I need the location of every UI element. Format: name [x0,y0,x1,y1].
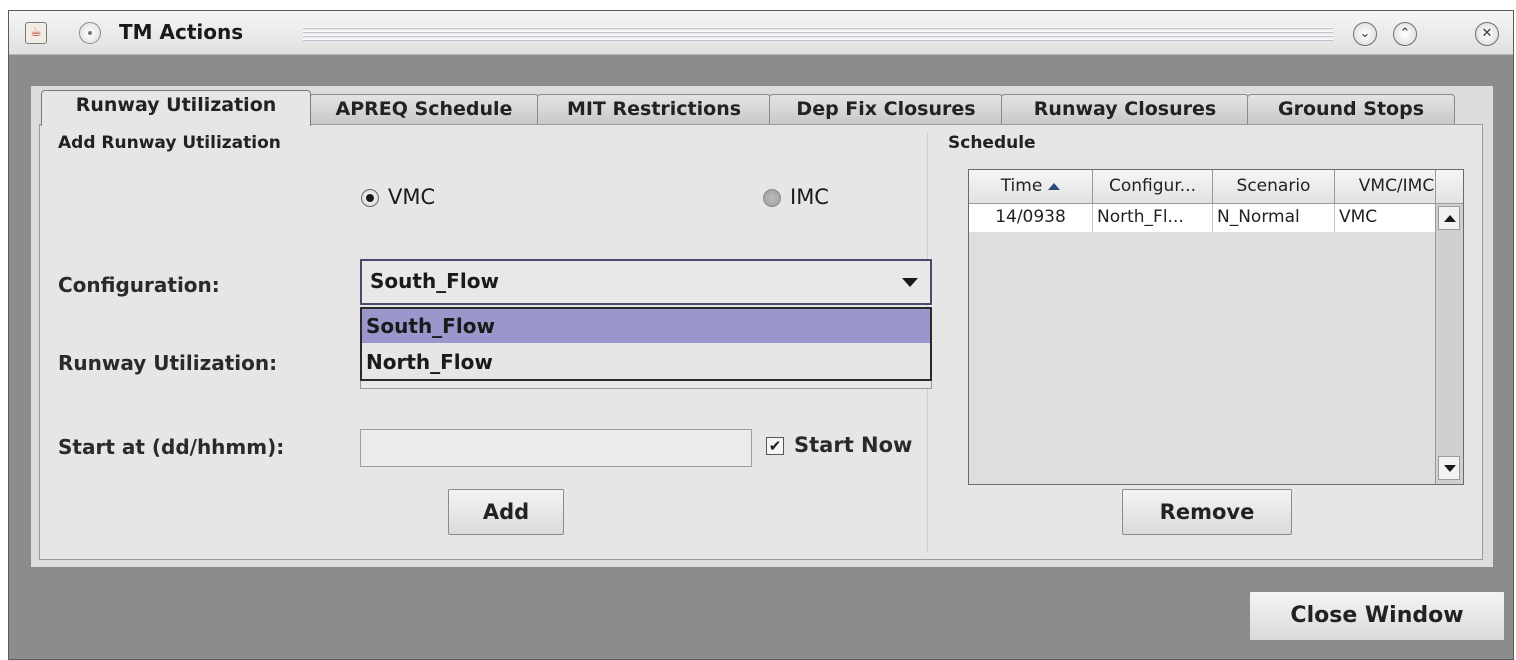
add-section-title: Add Runway Utilization [58,133,281,153]
dropdown-option-south-flow[interactable]: South_Flow [362,309,930,343]
add-runway-utilization-section: Add Runway Utilization VMC IMC Configura… [48,133,932,553]
scroll-down-icon[interactable] [1438,456,1460,480]
java-cup-icon[interactable]: ☕ [25,22,47,44]
scroll-up-icon[interactable] [1438,206,1460,230]
configuration-label: Configuration: [58,273,220,297]
window-menu-icon[interactable] [79,22,101,44]
table-cell-scenario[interactable]: N_Normal [1213,204,1335,232]
tab-apreq-schedule[interactable]: APREQ Schedule [309,94,539,124]
column-header-time-label: Time [1000,176,1043,196]
tab-mit-restrictions[interactable]: MIT Restrictions [537,94,771,124]
table-row[interactable]: 14/0938 North_Fl... N_Normal VMC [969,204,1459,232]
table-cell-time[interactable]: 14/0938 [969,204,1093,232]
minimize-icon[interactable]: ⌄ [1353,22,1377,46]
configuration-value: South_Flow [370,269,499,293]
vmc-label[interactable]: VMC [388,185,435,209]
vmc-radio[interactable] [361,189,379,207]
remove-button[interactable]: Remove [1122,489,1292,535]
tab-ground-stops[interactable]: Ground Stops [1247,94,1455,124]
tab-runway-utilization[interactable]: Runway Utilization [41,90,311,126]
sort-ascending-icon [1048,182,1061,190]
title-bar[interactable]: ☕ TM Actions ⌄ ⌃ ✕ [9,11,1513,55]
runway-utilization-panel: Add Runway Utilization VMC IMC Configura… [39,124,1483,560]
content-area: Runway Utilization APREQ Schedule MIT Re… [31,86,1493,567]
chevron-down-icon[interactable] [902,278,918,287]
table-header: Time Configur... Scenario VMC/IMC [969,170,1459,204]
imc-label[interactable]: IMC [790,185,829,209]
dropdown-option-north-flow[interactable]: North_Flow [362,345,930,379]
schedule-section: Schedule Time Configur... Scenario VMC/I… [946,133,1468,553]
configuration-dropdown-list[interactable]: South_Flow North_Flow [360,307,932,381]
runway-utilization-label: Runway Utilization: [58,351,278,375]
tab-runway-closures[interactable]: Runway Closures [1001,94,1249,124]
column-header-time[interactable]: Time [969,170,1093,204]
window-title: TM Actions [119,20,244,44]
configuration-select[interactable]: South_Flow [360,259,932,305]
column-header-scenario[interactable]: Scenario [1213,170,1335,204]
schedule-table: Time Configur... Scenario VMC/IMC 14/093… [968,169,1464,485]
tab-dep-fix-closures[interactable]: Dep Fix Closures [769,94,1003,124]
start-at-label: Start at (dd/hhmm): [58,435,285,459]
close-icon[interactable]: ✕ [1475,22,1499,46]
start-now-label[interactable]: Start Now [794,433,912,457]
start-now-checkbox[interactable]: ✔ [766,437,784,455]
start-at-input[interactable] [360,429,752,467]
tab-strip: Runway Utilization APREQ Schedule MIT Re… [41,90,1481,126]
table-scrollbar[interactable] [1435,204,1463,484]
tm-actions-window: ☕ TM Actions ⌄ ⌃ ✕ Runway Utilization AP… [8,10,1514,660]
title-grip [303,27,1333,41]
add-button[interactable]: Add [448,489,564,535]
schedule-title: Schedule [948,133,1036,153]
imc-radio[interactable] [763,189,781,207]
scroll-corner [1435,170,1463,204]
close-window-button[interactable]: Close Window [1249,591,1505,641]
maximize-icon[interactable]: ⌃ [1393,22,1417,46]
column-header-configuration[interactable]: Configur... [1093,170,1213,204]
table-cell-configuration[interactable]: North_Fl... [1093,204,1213,232]
